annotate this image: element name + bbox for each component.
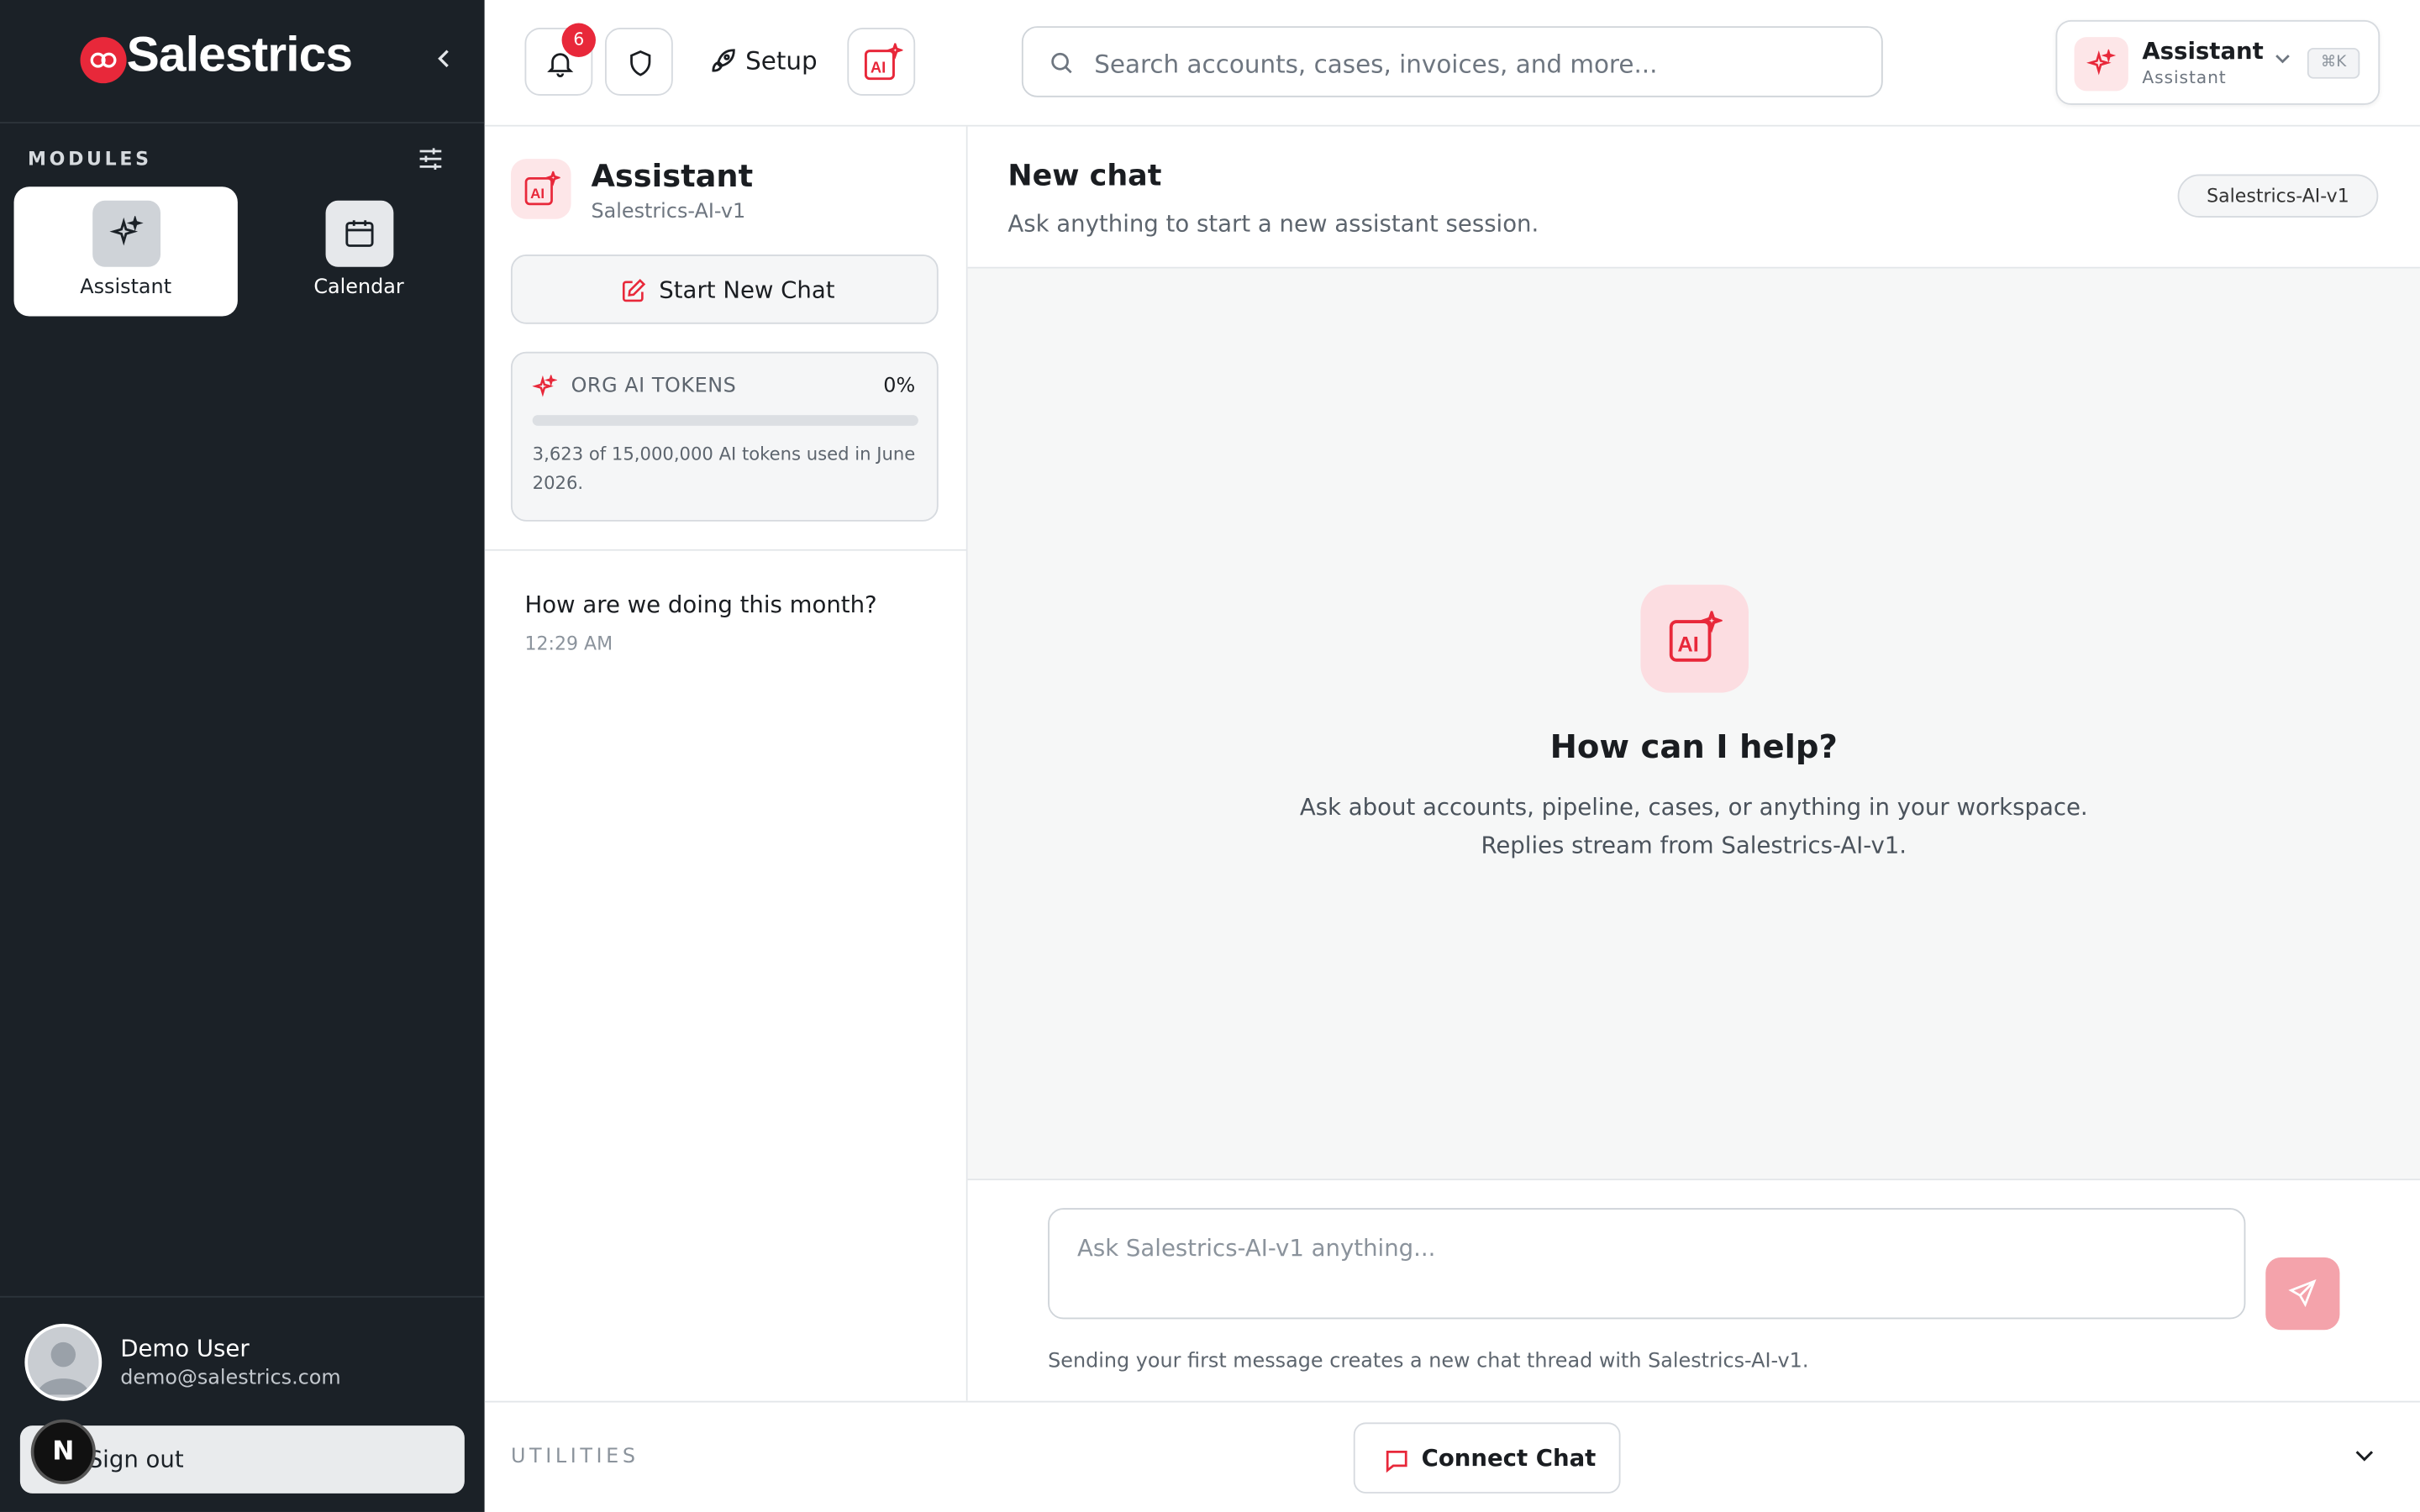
chevron-down-icon[interactable] [2352,1442,2380,1470]
user-name: Demo User [120,1334,250,1362]
brand-name[interactable]: Salestrics [127,26,353,83]
module-assistant[interactable]: Assistant [13,186,238,317]
search-input[interactable] [1094,43,1851,84]
switcher-subtitle: Assistant [2142,67,2227,88]
start-new-chat-label: Start New Chat [659,276,835,304]
brand-header: Salestrics [0,0,485,123]
tokens-label: ORG AI TOKENS [571,375,737,398]
brand-logo-icon [80,37,127,84]
utilities-label: UTILITIES [510,1445,639,1469]
sparkles-icon [2074,37,2128,92]
empty-state-title: How can I help? [1549,727,1838,766]
avatar[interactable] [24,1323,103,1401]
switcher-title: Assistant [2142,37,2264,66]
security-button[interactable] [604,28,673,96]
user-email: demo@salestrics.com [120,1367,341,1390]
utilities-bar: UTILITIES Connect Chat [484,1400,2420,1512]
send-button[interactable] [2265,1257,2340,1331]
module-label: Calendar [313,276,404,300]
empty-state-description: Ask about accounts, pipeline, cases, or … [968,789,2420,866]
shortcut-badge: ⌘K [2307,47,2360,79]
connect-chat-label: Connect Chat [1421,1444,1597,1473]
empty-state-line: Replies stream from Salestrics-AI-v1. [1481,831,1907,860]
module-label: Assistant [80,276,172,300]
ai-assistant-button[interactable]: AI [847,28,916,96]
chevron-down-icon [2273,50,2291,73]
edit-icon [622,279,646,302]
ai-icon: AI [510,159,571,219]
chat-composer: Sending your first message creates a new… [967,1179,2420,1401]
svg-text:AI: AI [1677,633,1698,657]
tokens-progress-bar [532,415,918,426]
start-new-chat-button[interactable]: Start New Chat [510,255,939,324]
module-calendar[interactable]: Calendar [247,186,471,316]
calendar-icon [325,200,394,267]
n-badge-icon[interactable]: N [30,1419,96,1484]
thread-title: How are we doing this month? [524,591,877,619]
ai-tokens-card: ORG AI TOKENS 0% 3,623 of 15,000,000 AI … [510,351,939,522]
panel-subtitle: Salestrics-AI-v1 [591,200,746,224]
sparkles-icon [532,375,558,397]
search-icon [1051,52,1072,74]
tokens-percent: 0% [883,375,916,398]
sign-out-label: Sign out [87,1445,184,1474]
ai-icon: AI [1640,585,1749,693]
module-settings-icon[interactable] [417,145,445,173]
svg-text:AI: AI [871,58,886,76]
chat-title: New chat [1007,159,1162,193]
ai-icon: AI [864,43,903,81]
modules-label: MODULES [28,148,152,171]
tokens-description: 3,623 of 15,000,000 AI tokens used in Ju… [532,443,916,494]
panel-title: Assistant [591,157,754,195]
divider [484,549,968,551]
model-badge: Salestrics-AI-v1 [2177,174,2379,218]
empty-state-line: Ask about accounts, pipeline, cases, or … [1299,793,2088,822]
assistant-switcher[interactable]: Assistant Assistant ⌘K [2055,19,2381,105]
rocket-icon [712,49,735,72]
svg-text:AI: AI [530,186,544,202]
sparkles-icon [92,200,161,267]
chat-empty-state: AI How can I help? Ask about accounts, p… [967,268,2420,1179]
chat-thread-item[interactable]: How are we doing this month? 12:29 AM [485,577,968,669]
global-search[interactable] [1021,26,1883,97]
thread-time: 12:29 AM [524,633,613,654]
message-input[interactable] [1048,1208,2246,1320]
notification-count-badge: 6 [561,23,596,57]
send-icon [2288,1278,2317,1308]
connect-chat-button[interactable]: Connect Chat [1353,1422,1621,1494]
chat-bubble-icon [1386,1450,1407,1473]
setup-label: Setup [745,46,818,76]
chat-header: New chat Ask anything to start a new ass… [967,126,2420,269]
assistant-panel: AI Assistant Salestrics-AI-v1 Start New … [484,126,968,1401]
sidebar: Salestrics MODULES Assistant Calendar De… [0,0,485,1512]
chat-subtitle: Ask anything to start a new assistant se… [1007,209,1539,238]
collapse-sidebar-button[interactable] [429,46,460,77]
composer-hint: Sending your first message creates a new… [1048,1350,1809,1373]
